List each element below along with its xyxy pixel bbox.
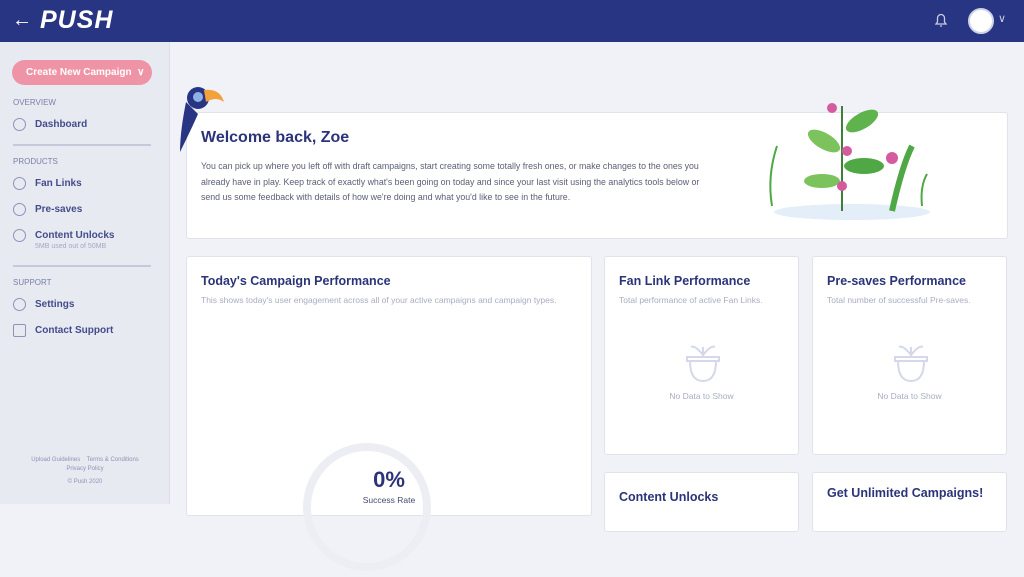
sidebar-item-contact-support[interactable]: Contact Support xyxy=(13,324,113,337)
top-bar: ← PUSH ∨ xyxy=(0,0,1024,42)
fan-link-performance-card: Fan Link Performance Total performance o… xyxy=(604,256,799,455)
no-data-text: No Data to Show xyxy=(669,391,734,401)
sidebar-item-pre-saves[interactable]: Pre-saves xyxy=(13,203,82,216)
sidebar-item-fan-links[interactable]: Fan Links xyxy=(13,177,82,190)
card-description: Total performance of active Fan Links. xyxy=(619,295,763,305)
label: Fan Links xyxy=(35,178,82,189)
card-description: This shows today's user engagement acros… xyxy=(201,295,557,305)
chevron-down-icon[interactable]: ∨ xyxy=(998,12,1006,25)
get-unlimited-card[interactable]: Get Unlimited Campaigns! xyxy=(812,472,1007,532)
card-title: Content Unlocks xyxy=(619,490,719,504)
label: Contact Support xyxy=(35,325,114,336)
section-products: PRODUCTS xyxy=(13,157,58,166)
upload-guidelines-link[interactable]: Upload Guidelines xyxy=(31,457,80,463)
no-data-text: No Data to Show xyxy=(877,391,942,401)
empty-pot-icon xyxy=(894,345,928,383)
label: Pre-saves xyxy=(35,204,83,215)
label: Settings xyxy=(35,299,75,310)
sidebar-item-dashboard[interactable]: Dashboard xyxy=(13,118,87,131)
dashboard-icon xyxy=(13,118,26,131)
terms-link[interactable]: Terms & Conditions xyxy=(87,457,139,463)
toucan-illustration xyxy=(180,87,224,152)
card-description: Total number of successful Pre-saves. xyxy=(827,295,971,305)
card-title: Get Unlimited Campaigns! xyxy=(827,486,984,500)
back-arrow-icon[interactable]: ← xyxy=(12,9,32,32)
empty-pot-icon xyxy=(686,345,720,383)
section-overview: OVERVIEW xyxy=(13,98,56,107)
gear-icon xyxy=(13,298,26,311)
plants-illustration xyxy=(769,103,930,220)
lock-icon xyxy=(13,229,26,242)
card-title: Today's Campaign Performance xyxy=(201,274,391,288)
copyright: © Push 2020 xyxy=(67,479,103,485)
todays-performance-card: Today's Campaign Performance This shows … xyxy=(186,256,592,571)
create-label: Create New Campaign xyxy=(26,67,132,78)
card-title: Pre-saves Performance xyxy=(827,274,966,288)
section-support: SUPPORT xyxy=(13,278,52,287)
create-new-campaign-button[interactable]: Create New Campaign ∨ xyxy=(12,60,152,85)
card-title: Fan Link Performance xyxy=(619,274,751,288)
privacy-link[interactable]: Privacy Policy xyxy=(66,466,103,472)
sidebar-item-settings[interactable]: Settings xyxy=(13,298,74,311)
content-unlocks-card: Content Unlocks xyxy=(604,472,799,532)
sidebar: Create New Campaign ∨ OVERVIEW Dashboard… xyxy=(0,42,170,504)
success-rate-value: 0% xyxy=(373,467,405,492)
welcome-text: You can pick up where you left off with … xyxy=(201,161,700,202)
label: Content Unlocks xyxy=(35,230,115,241)
success-rate-gauge xyxy=(303,443,431,571)
pre-saves-performance-card: Pre-saves Performance Total number of su… xyxy=(812,256,1007,455)
storage-usage: 5MB used out of 50MB xyxy=(35,243,107,250)
label: Dashboard xyxy=(35,119,88,130)
logo[interactable]: PUSH xyxy=(40,6,113,35)
link-icon xyxy=(13,177,26,190)
sidebar-item-content-unlocks[interactable]: Content Unlocks xyxy=(13,229,114,242)
presave-icon xyxy=(13,203,26,216)
divider xyxy=(13,144,151,146)
divider xyxy=(13,265,151,267)
bell-icon[interactable] xyxy=(934,12,948,28)
avatar[interactable] xyxy=(968,8,994,34)
chat-icon xyxy=(13,324,26,337)
